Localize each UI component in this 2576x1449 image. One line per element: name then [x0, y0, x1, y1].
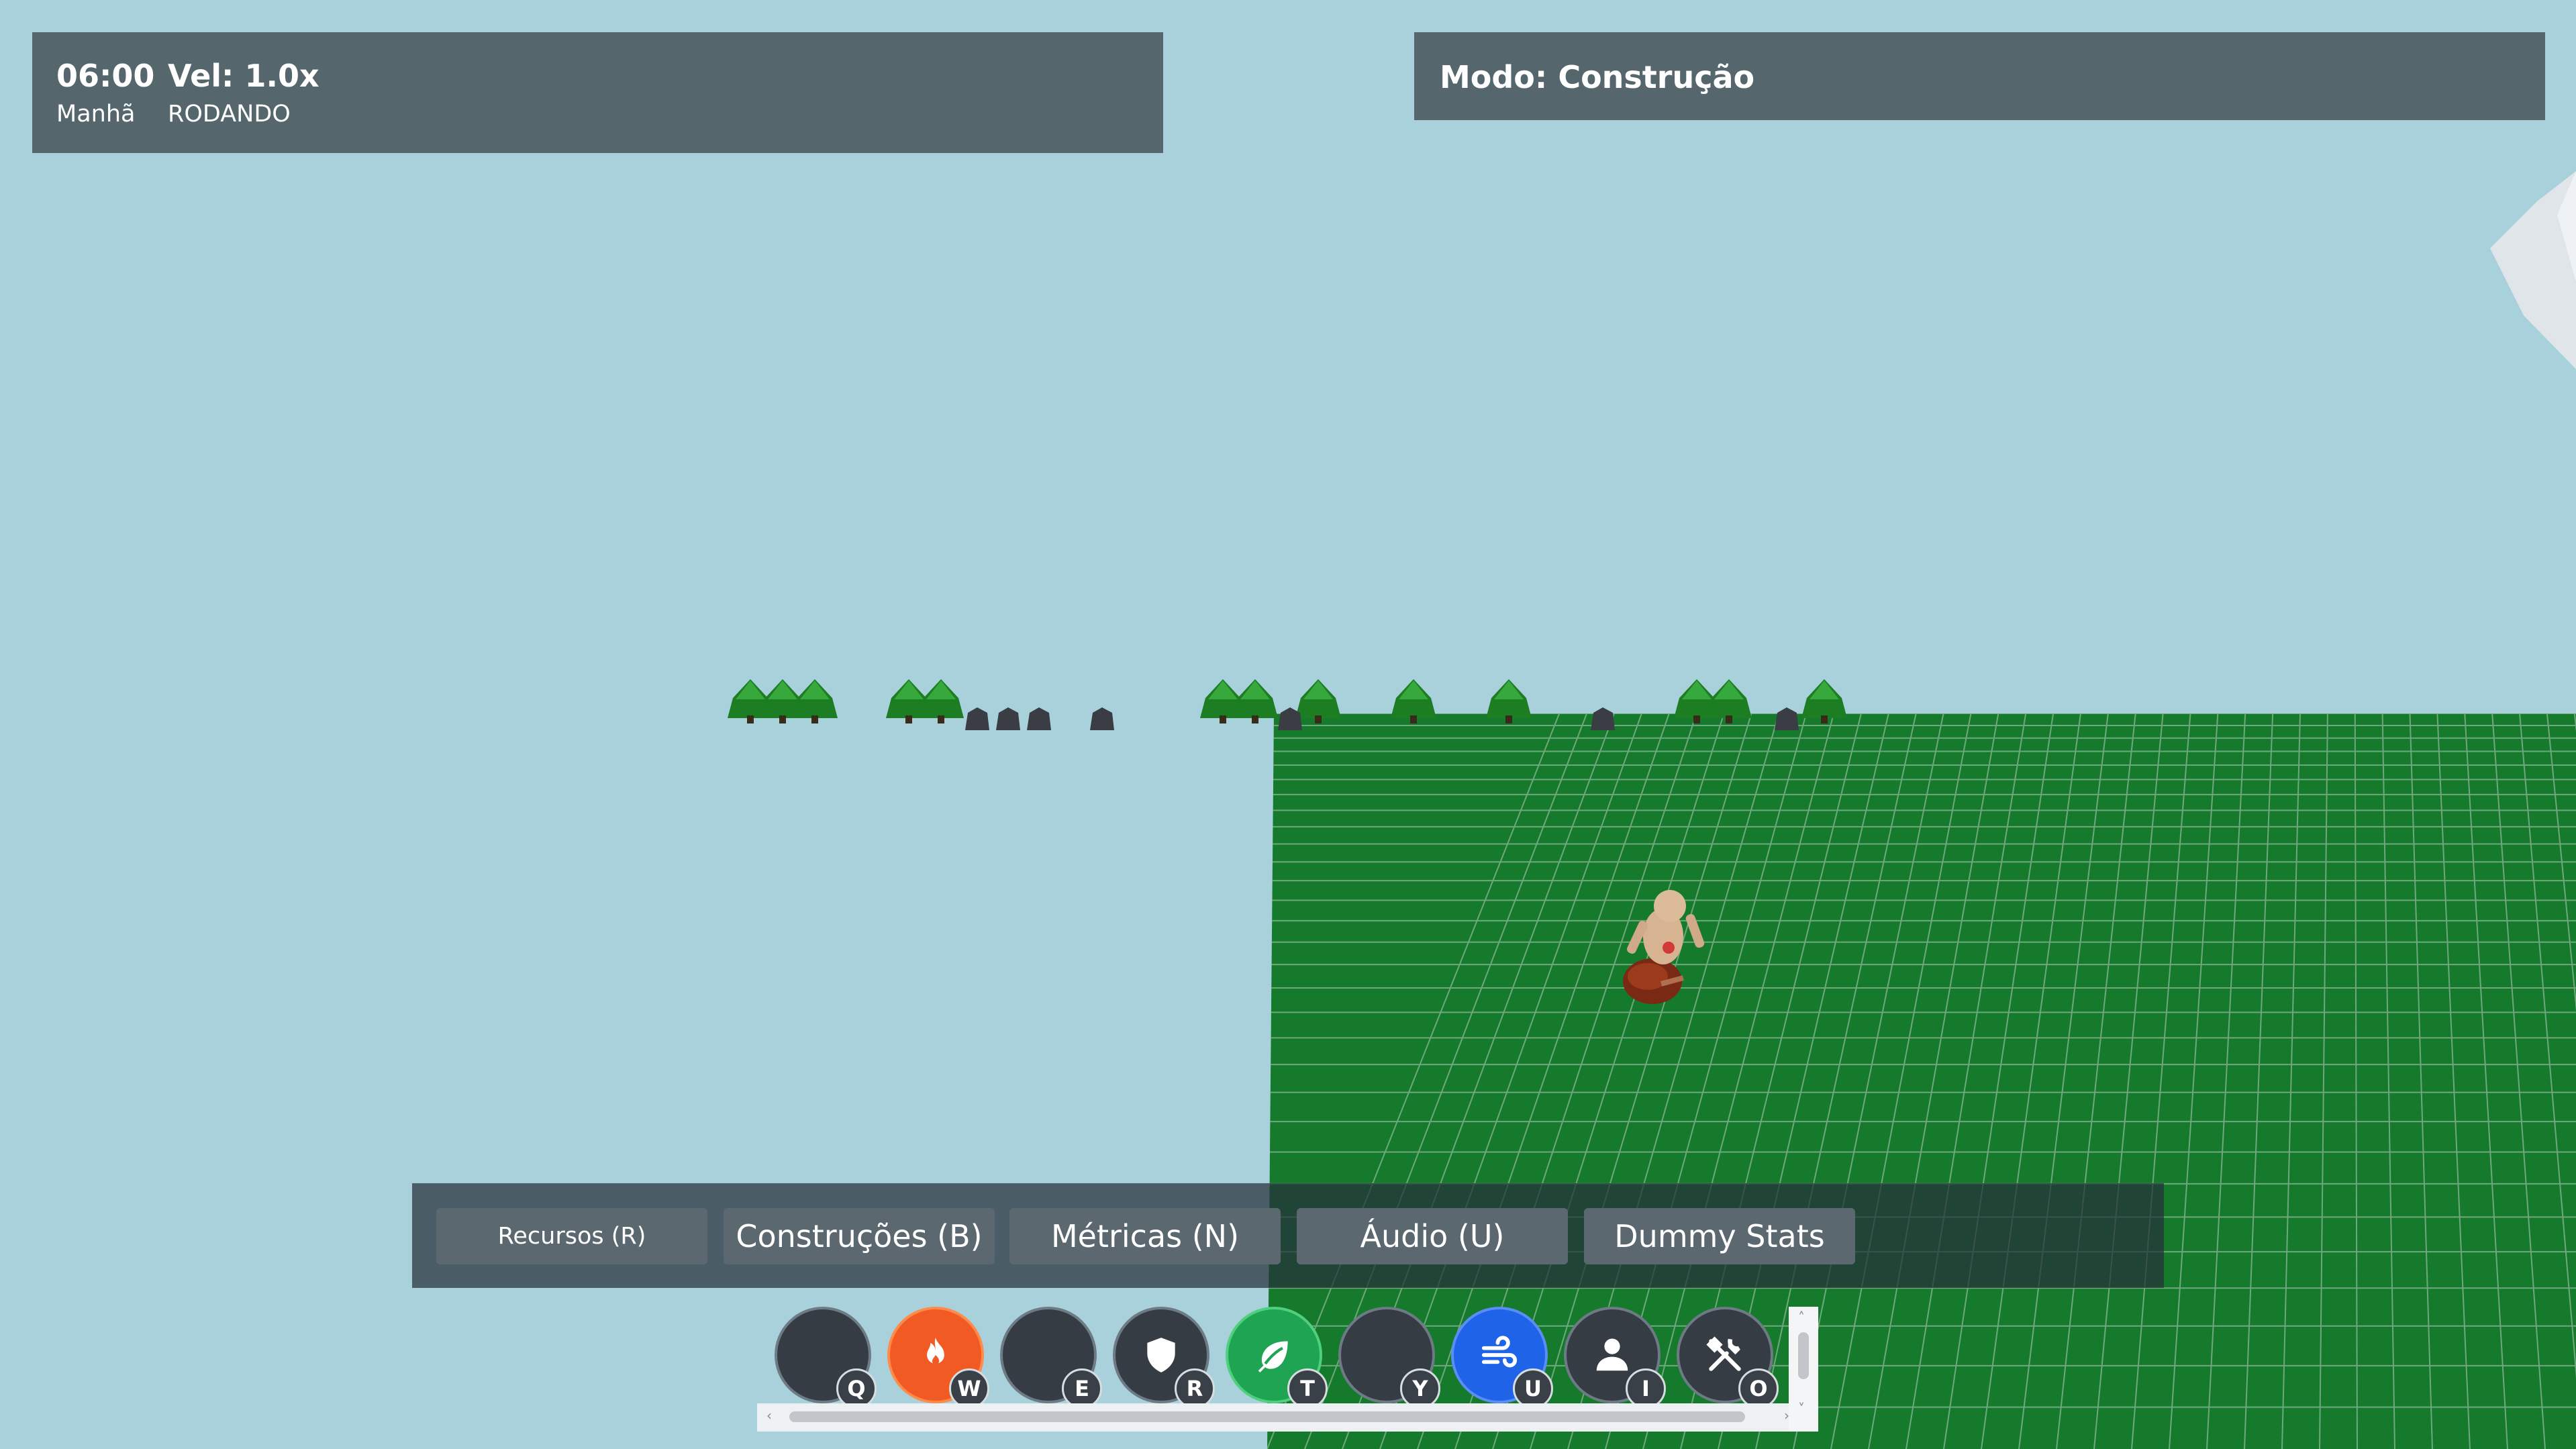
tab-resources[interactable]: Recursos (R)	[436, 1208, 707, 1264]
hotkey-badge: Y	[1400, 1368, 1440, 1409]
hotkey-badge: I	[1626, 1368, 1666, 1409]
floating-cube	[2490, 171, 2576, 369]
tab-buildings[interactable]: Construções (B)	[724, 1208, 995, 1264]
tab-dummy-stats[interactable]: Dummy Stats	[1584, 1208, 1855, 1264]
shield-icon	[1147, 1338, 1175, 1372]
rock	[1027, 707, 1051, 730]
fire-icon	[927, 1338, 944, 1365]
hotkey-badge: E	[1062, 1368, 1102, 1409]
game-speed: Vel: 1.0x	[168, 58, 319, 94]
wind-icon	[1481, 1336, 1518, 1368]
hotkey-badge: O	[1738, 1368, 1779, 1409]
day-period: Manhã	[56, 101, 136, 128]
clock-time: 06:00	[56, 58, 155, 94]
tool-slot-o[interactable]: O	[1677, 1307, 1779, 1409]
hotkey-badge: T	[1287, 1368, 1328, 1409]
toolbar-horizontal-scrollbar[interactable]: ‹ ›	[757, 1403, 1799, 1432]
rock	[1090, 707, 1114, 730]
tool-slot-r[interactable]: R	[1113, 1307, 1215, 1409]
simulation-status: RODANDO	[168, 101, 291, 128]
tool-slot-e[interactable]: E	[1000, 1307, 1102, 1409]
hotkey-badge: W	[949, 1368, 989, 1409]
person-icon	[1596, 1338, 1628, 1371]
tool-slot-t[interactable]: T	[1226, 1307, 1328, 1409]
tool-slot-w[interactable]: W	[887, 1307, 989, 1409]
tab-audio[interactable]: Áudio (U)	[1297, 1208, 1568, 1264]
scroll-down-icon[interactable]: ˅	[1798, 1401, 1805, 1417]
tree	[1801, 679, 1847, 723]
hotkey-badge: Q	[836, 1368, 877, 1409]
tree	[1295, 679, 1341, 723]
tab-metrics[interactable]: Métricas (N)	[1009, 1208, 1281, 1264]
scroll-left-icon[interactable]: ‹	[766, 1407, 772, 1423]
time-panel: 06:00 Manhã Vel: 1.0x RODANDO	[32, 32, 1163, 153]
leaf-icon	[1258, 1341, 1288, 1372]
mode-label: Modo: Construção	[1440, 59, 1755, 95]
toolbar-vertical-scrollbar[interactable]: ˄ ˅	[1789, 1307, 1818, 1432]
rock	[996, 707, 1020, 730]
scrollbar-thumb[interactable]	[789, 1411, 1745, 1422]
rock	[965, 707, 989, 730]
tools-icon	[1706, 1336, 1741, 1371]
hotkey-badge: R	[1175, 1368, 1215, 1409]
hotkey-badge: U	[1513, 1368, 1553, 1409]
tree	[1706, 679, 1752, 723]
tree	[1486, 679, 1532, 723]
tree	[792, 679, 838, 723]
rock	[1775, 707, 1799, 730]
tool-slot-y[interactable]: Y	[1338, 1307, 1440, 1409]
tool-slot-q[interactable]: Q	[775, 1307, 877, 1409]
rock	[1591, 707, 1615, 730]
tree	[918, 679, 964, 723]
panel-tabs-bar: Recursos (R) Construções (B) Métricas (N…	[412, 1183, 2164, 1288]
tool-slot-i[interactable]: I	[1564, 1307, 1666, 1409]
tree	[1391, 679, 1436, 723]
tool-slot-u[interactable]: U	[1451, 1307, 1553, 1409]
scrollbar-thumb[interactable]	[1798, 1332, 1809, 1379]
mode-panel: Modo: Construção	[1414, 32, 2545, 120]
tree	[1232, 679, 1278, 723]
scroll-up-icon[interactable]: ˄	[1798, 1309, 1805, 1326]
